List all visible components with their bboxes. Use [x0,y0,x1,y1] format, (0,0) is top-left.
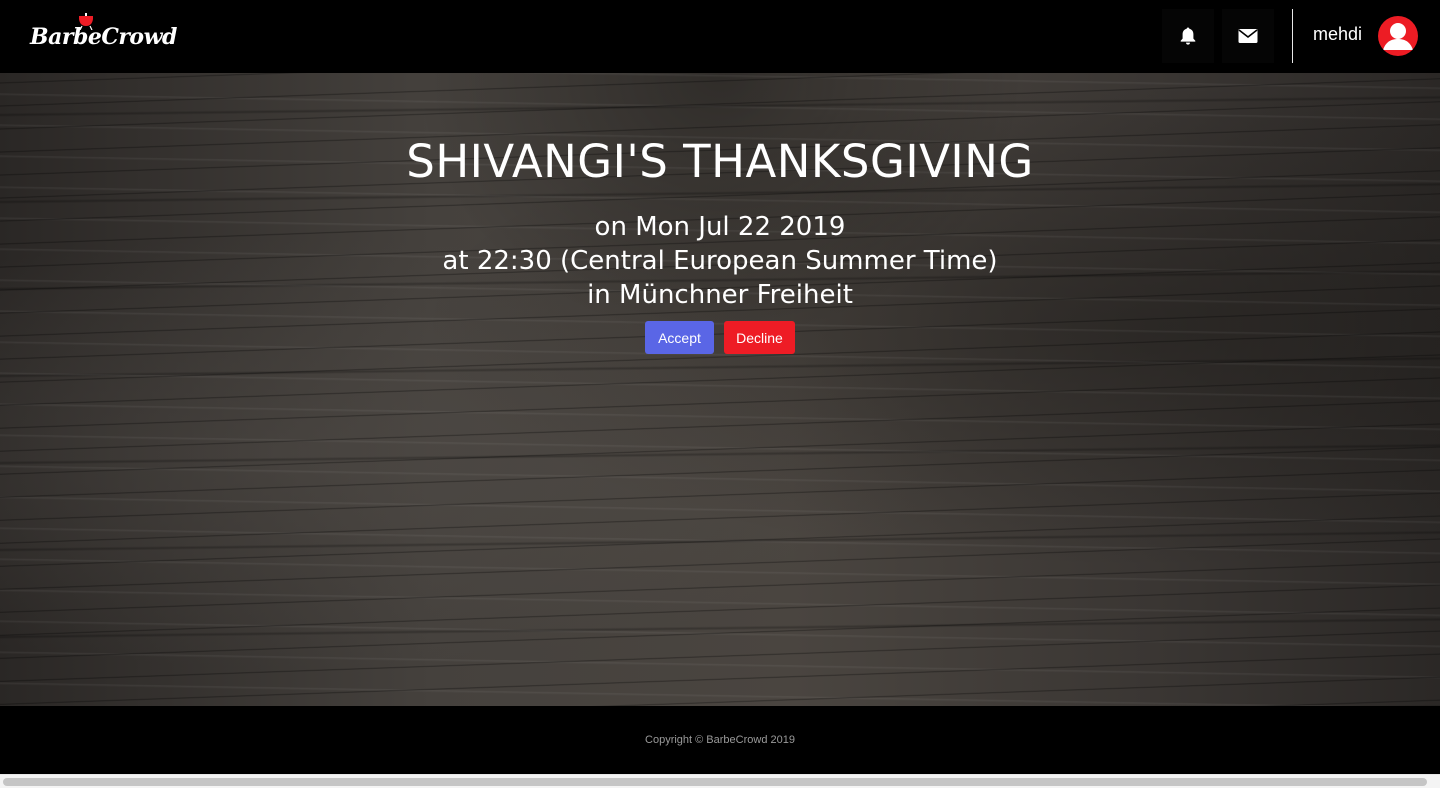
username-label[interactable]: mehdi [1313,24,1362,45]
copyright-text: Copyright © BarbeCrowd 2019 [645,734,795,746]
user-avatar-icon [1383,23,1413,50]
nav-divider [1292,9,1293,63]
brand-name: BarbeCrowd [30,24,177,50]
event-location: in Münchner Freiheit [587,280,853,310]
bell-icon [1180,27,1196,45]
scrollbar-thumb[interactable] [3,778,1427,786]
brand-logo[interactable]: BarbeCrowd [30,12,177,56]
horizontal-scrollbar[interactable] [0,774,1440,788]
user-avatar[interactable] [1378,16,1418,56]
page-footer: Copyright © BarbeCrowd 2019 [0,706,1440,774]
notifications-button[interactable] [1162,9,1214,63]
decline-button[interactable]: Decline [724,321,795,354]
messages-button[interactable] [1222,9,1274,63]
envelope-icon [1238,29,1258,43]
event-title: SHIVANGI'S THANKSGIVING [406,135,1034,188]
event-date: on Mon Jul 22 2019 [594,212,846,242]
event-time: at 22:30 (Central European Summer Time) [442,246,998,276]
accept-button[interactable]: Accept [645,321,714,354]
top-navbar: BarbeCrowd mehdi [0,0,1440,73]
event-hero: SHIVANGI'S THANKSGIVING on Mon Jul 22 20… [0,73,1440,706]
